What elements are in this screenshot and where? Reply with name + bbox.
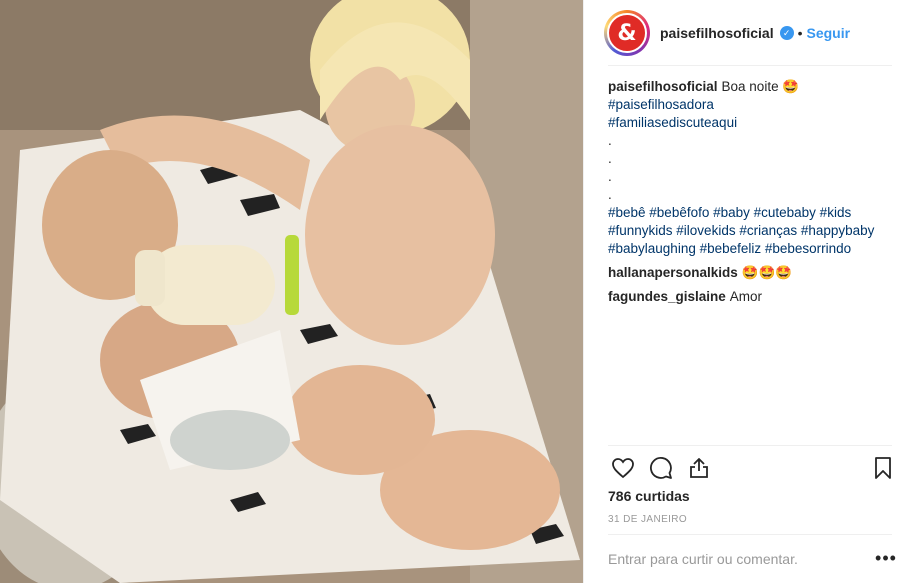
caption-text: Boa noite 🤩 xyxy=(721,79,800,94)
comment-username[interactable]: fagundes_gislaine xyxy=(608,289,726,304)
comment-box: ••• xyxy=(608,548,898,569)
caption-dot: . xyxy=(608,151,612,166)
header-username[interactable]: paisefilhosoficial xyxy=(660,25,774,41)
hashtag-line[interactable]: #babylaughing #bebefeliz #bebesorrindo xyxy=(608,240,898,258)
photo-illustration xyxy=(0,0,583,583)
separator-dot: • xyxy=(797,25,803,41)
action-bar xyxy=(608,452,898,484)
caption-dot: . xyxy=(608,187,612,202)
actions-divider xyxy=(608,445,892,446)
comment-item: hallanapersonalkids 🤩🤩🤩 xyxy=(608,264,898,282)
comment-text: 🤩🤩🤩 xyxy=(741,265,793,280)
verified-icon: ✓ xyxy=(779,26,794,40)
caption: paisefilhosoficial Boa noite 🤩 #paisefilh… xyxy=(608,78,898,258)
comments-list: paisefilhosoficial Boa noite 🤩 #paisefilh… xyxy=(608,78,898,306)
avatar-logo: & xyxy=(607,13,647,53)
share-icon[interactable] xyxy=(684,453,714,483)
caption-username[interactable]: paisefilhosoficial xyxy=(608,79,718,94)
comment-item: fagundes_gislaine Amor xyxy=(608,288,898,306)
more-options-icon[interactable]: ••• xyxy=(874,548,898,569)
post-date[interactable]: 31 DE JANEIRO xyxy=(608,514,687,525)
instagram-post: & paisefilhosoficial ✓ • Seguir paisefil… xyxy=(0,0,914,583)
comment-divider xyxy=(608,534,892,535)
hashtag-link[interactable]: #paisefilhosadora xyxy=(608,96,898,114)
header-divider xyxy=(608,65,892,66)
hashtag-link[interactable]: #familiasediscuteaqui xyxy=(608,114,898,132)
follow-button[interactable]: Seguir xyxy=(807,25,851,41)
post-sidebar: & paisefilhosoficial ✓ • Seguir paisefil… xyxy=(583,0,914,583)
post-photo[interactable] xyxy=(0,0,583,583)
hashtag-line[interactable]: #funnykids #ilovekids #crianças #happyba… xyxy=(608,222,898,240)
likes-count[interactable]: 786 curtidas xyxy=(608,488,690,504)
hashtag-line[interactable]: #bebê #bebêfofo #baby #cutebaby #kids xyxy=(608,204,898,222)
caption-dot: . xyxy=(608,133,612,148)
post-header: & paisefilhosoficial ✓ • Seguir xyxy=(584,0,914,66)
heart-icon[interactable] xyxy=(608,453,638,483)
caption-dot: . xyxy=(608,169,612,184)
avatar[interactable]: & xyxy=(604,10,650,56)
comment-icon[interactable] xyxy=(646,453,676,483)
comment-input[interactable] xyxy=(608,550,874,567)
comment-username[interactable]: hallanapersonalkids xyxy=(608,265,738,280)
bookmark-icon[interactable] xyxy=(868,453,898,483)
comment-text: Amor xyxy=(729,289,763,304)
